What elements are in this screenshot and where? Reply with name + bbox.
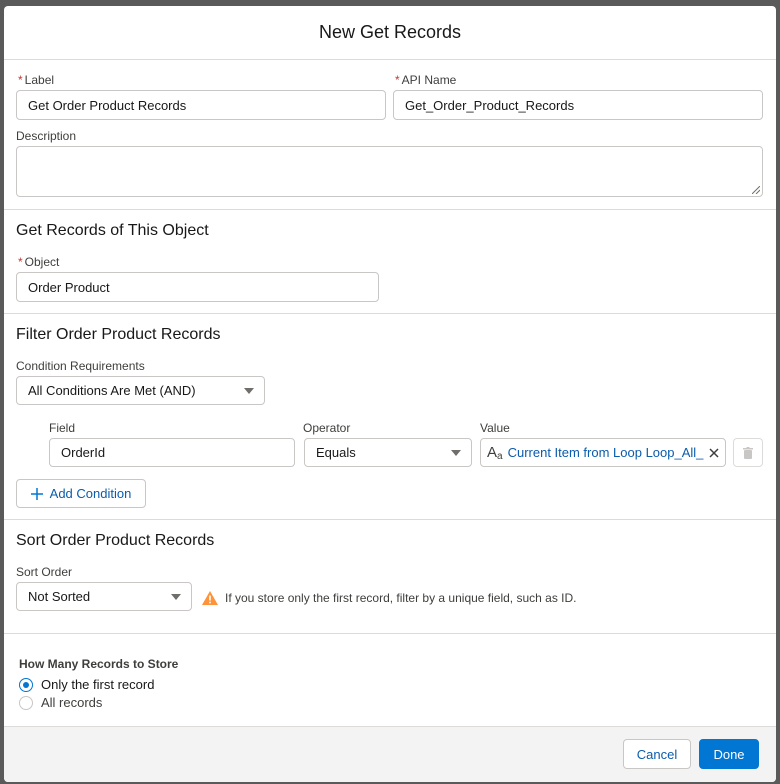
chevron-down-icon [244, 387, 254, 394]
modal-header: New Get Records [4, 6, 776, 60]
condition-value-pill: Current Item from Loop Loop_All_... [507, 445, 704, 460]
sort-section-title: Sort Order Product Records [16, 532, 215, 549]
plus-icon [30, 487, 43, 500]
radio-all-records[interactable]: All records [19, 695, 102, 710]
resize-handle-icon[interactable] [752, 186, 760, 194]
condition-field-input[interactable]: OrderId [49, 438, 295, 467]
filter-section-title: Filter Order Product Records [16, 326, 221, 343]
field-column-label: Field [49, 421, 76, 435]
modal-title: New Get Records [318, 22, 462, 42]
trash-icon [743, 446, 753, 459]
done-button[interactable]: Done [699, 739, 759, 769]
chevron-down-icon [171, 593, 181, 600]
clear-icon[interactable] [709, 448, 719, 458]
store-section-title: How Many Records to Store [19, 657, 179, 671]
section-divider [4, 633, 776, 634]
get-records-modal: New Get Records * Label Get Order Product… [4, 6, 776, 782]
operator-column-label: Operator [303, 421, 351, 435]
radio-unchecked-icon[interactable] [19, 695, 33, 710]
section-divider [4, 313, 776, 314]
condition-value-input[interactable]: Aa Current Item from Loop Loop_All_... [480, 438, 726, 467]
description-textarea[interactable] [16, 146, 763, 197]
object-field-label: * Object [18, 255, 60, 269]
cancel-button[interactable]: Cancel [623, 739, 691, 769]
sort-warning-text: If you store only the first record, filt… [225, 591, 577, 605]
label-input[interactable]: Get Order Product Records [16, 90, 386, 120]
description-label: Description [16, 129, 77, 143]
object-section-title: Get Records of This Object [16, 222, 209, 239]
object-input[interactable]: Order Product [16, 272, 379, 302]
label-field-label: * Label [18, 73, 55, 87]
radio-checked-icon[interactable] [19, 677, 33, 692]
add-condition-button[interactable]: Add Condition [16, 479, 146, 508]
api-name-input[interactable]: Get_Order_Product_Records [393, 90, 763, 120]
delete-condition-button[interactable] [733, 438, 763, 467]
warning-icon [202, 591, 218, 605]
sort-order-label: Sort Order [16, 565, 73, 579]
condition-requirements-label: Condition Requirements [16, 359, 145, 373]
condition-operator-select[interactable]: Equals [304, 438, 472, 467]
api-name-field-label: * API Name [395, 73, 457, 87]
text-variable-icon: Aa [487, 443, 503, 462]
sort-order-select[interactable]: Not Sorted [16, 582, 192, 611]
value-column-label: Value [480, 421, 510, 435]
condition-requirements-select[interactable]: All Conditions Are Met (AND) [16, 376, 265, 405]
section-divider [4, 519, 776, 520]
section-divider [4, 209, 776, 210]
modal-footer: Cancel Done [4, 726, 776, 782]
chevron-down-icon [451, 449, 461, 456]
radio-only-first-record[interactable]: Only the first record [19, 677, 154, 692]
